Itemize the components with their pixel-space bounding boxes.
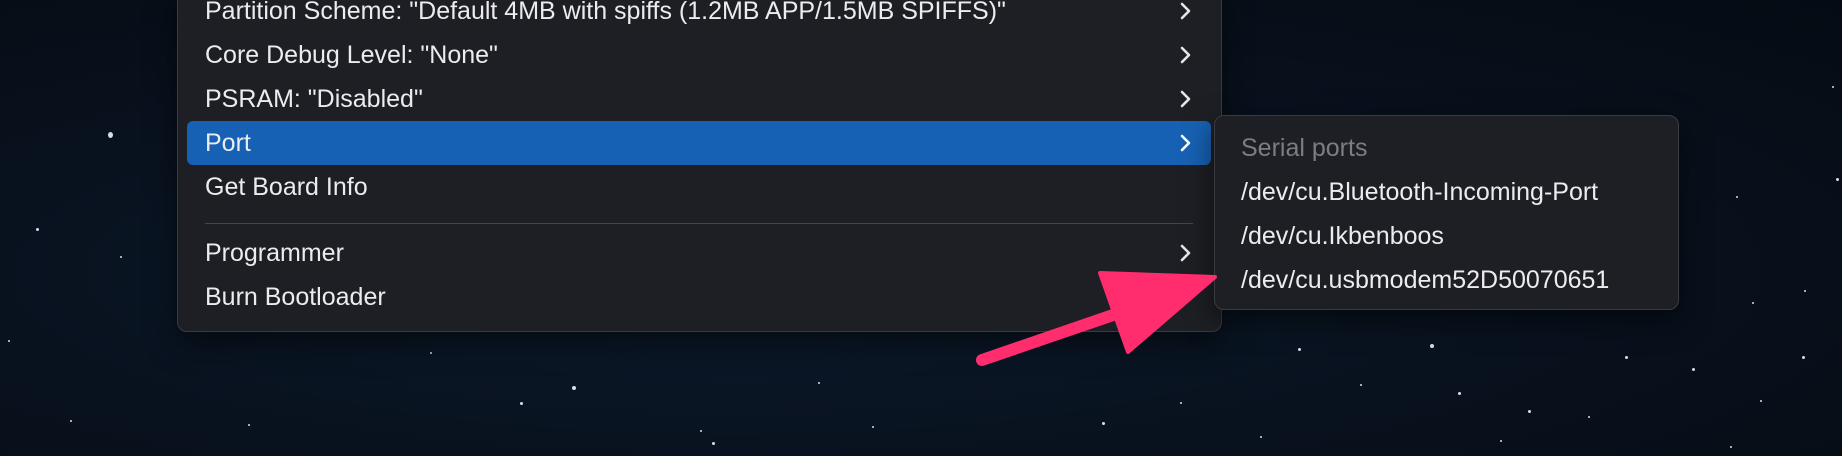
menu-item-get-board-info[interactable]: Get Board Info <box>187 165 1211 209</box>
star <box>1102 422 1105 425</box>
star <box>1832 86 1834 88</box>
menu-item-label: Burn Bootloader <box>205 283 386 311</box>
star <box>1500 440 1502 442</box>
menu-item-burn-bootloader[interactable]: Burn Bootloader <box>187 275 1211 319</box>
menu-item-port[interactable]: Port <box>187 121 1211 165</box>
star <box>36 228 39 231</box>
star <box>1458 392 1461 395</box>
menu-item-partition-scheme[interactable]: Partition Scheme: "Default 4MB with spif… <box>187 0 1211 33</box>
context-menu: Partition Scheme: "Default 4MB with spif… <box>177 0 1222 332</box>
chevron-right-icon <box>1180 244 1191 262</box>
menu-separator <box>205 223 1193 224</box>
star <box>1736 196 1738 198</box>
star <box>1430 344 1434 348</box>
port-submenu: Serial ports /dev/cu.Bluetooth-Incoming-… <box>1214 115 1679 310</box>
star <box>8 340 10 342</box>
star <box>1298 348 1301 351</box>
chevron-right-icon <box>1180 134 1191 152</box>
star <box>1836 178 1839 181</box>
menu-item-label: Partition Scheme: "Default 4MB with spif… <box>205 0 1006 25</box>
port-item-usbmodem[interactable]: /dev/cu.usbmodem52D50070651 <box>1241 258 1609 302</box>
star <box>1360 384 1362 386</box>
star <box>712 442 715 445</box>
menu-item-label: PSRAM: "Disabled" <box>205 85 423 113</box>
star <box>108 132 113 138</box>
star <box>1802 356 1805 359</box>
star <box>1180 402 1182 404</box>
star <box>1760 400 1762 402</box>
menu-item-label: Programmer <box>205 239 344 267</box>
chevron-right-icon <box>1180 2 1191 20</box>
star <box>1804 290 1806 292</box>
star <box>700 430 702 432</box>
star <box>1730 446 1732 448</box>
star <box>818 382 820 384</box>
menu-item-programmer[interactable]: Programmer <box>187 231 1211 275</box>
port-item-ikbenboos[interactable]: /dev/cu.Ikbenboos <box>1241 214 1444 258</box>
star <box>1588 416 1590 418</box>
star <box>248 424 250 426</box>
star <box>1528 410 1531 413</box>
menu-item-label: Port <box>205 129 251 157</box>
star <box>1260 436 1262 438</box>
menu-item-core-debug-level[interactable]: Core Debug Level: "None" <box>187 33 1211 77</box>
star <box>520 402 523 405</box>
menu-item-psram[interactable]: PSRAM: "Disabled" <box>187 77 1211 121</box>
star <box>430 352 432 354</box>
star <box>1692 368 1695 371</box>
star <box>1625 356 1628 359</box>
star <box>872 426 874 428</box>
star <box>120 256 122 258</box>
chevron-right-icon <box>1180 90 1191 108</box>
submenu-section-header: Serial ports <box>1241 134 1368 162</box>
menu-item-label: Get Board Info <box>205 173 368 201</box>
star <box>572 386 576 390</box>
star <box>1752 302 1754 304</box>
menu-item-label: Core Debug Level: "None" <box>205 41 498 69</box>
star <box>70 420 72 422</box>
chevron-right-icon <box>1180 46 1191 64</box>
port-item-bluetooth-incoming[interactable]: /dev/cu.Bluetooth-Incoming-Port <box>1241 170 1598 214</box>
